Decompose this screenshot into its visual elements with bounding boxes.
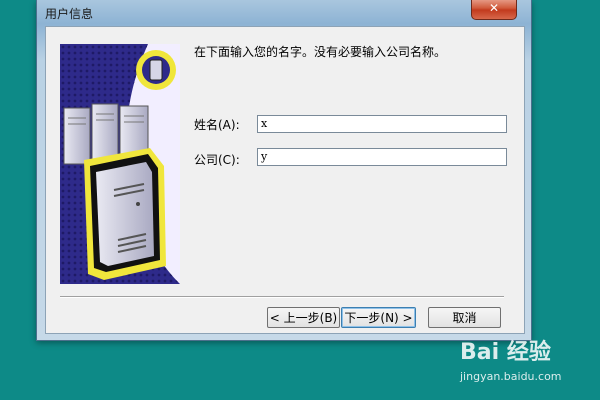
close-icon: ✕ [488, 1, 500, 15]
watermark-logo: Bai 经验 [460, 340, 551, 365]
close-button[interactable]: ✕ [471, 0, 517, 20]
watermark-url: jingyan.baidu.com [460, 370, 562, 383]
title-bar[interactable]: 用户信息 ✕ [37, 0, 531, 26]
dialog-content: 在下面输入您的名字。没有必要输入公司名称。 姓名(A): x 公司(C): y … [45, 26, 525, 334]
server-icon [60, 44, 180, 284]
name-label: 姓名(A): [194, 118, 240, 132]
next-button[interactable]: 下一步(N) > [341, 307, 416, 328]
window-title: 用户信息 [45, 7, 94, 21]
instruction-text: 在下面输入您的名字。没有必要输入公司名称。 [194, 45, 447, 59]
server-illustration [60, 44, 180, 284]
back-button[interactable]: < 上一步(B) [267, 307, 340, 328]
separator [60, 296, 504, 298]
baidu-watermark: Bai 经验 jingyan.baidu.com [456, 332, 596, 396]
name-input[interactable]: x [257, 115, 507, 133]
company-label: 公司(C): [194, 153, 240, 167]
company-input[interactable]: y [257, 148, 507, 166]
cancel-button[interactable]: 取消 [428, 307, 501, 328]
user-info-dialog: 用户信息 ✕ 在下面输入您的名字。没有必要输入公司名称。 姓名(A): x 公司… [36, 0, 532, 341]
